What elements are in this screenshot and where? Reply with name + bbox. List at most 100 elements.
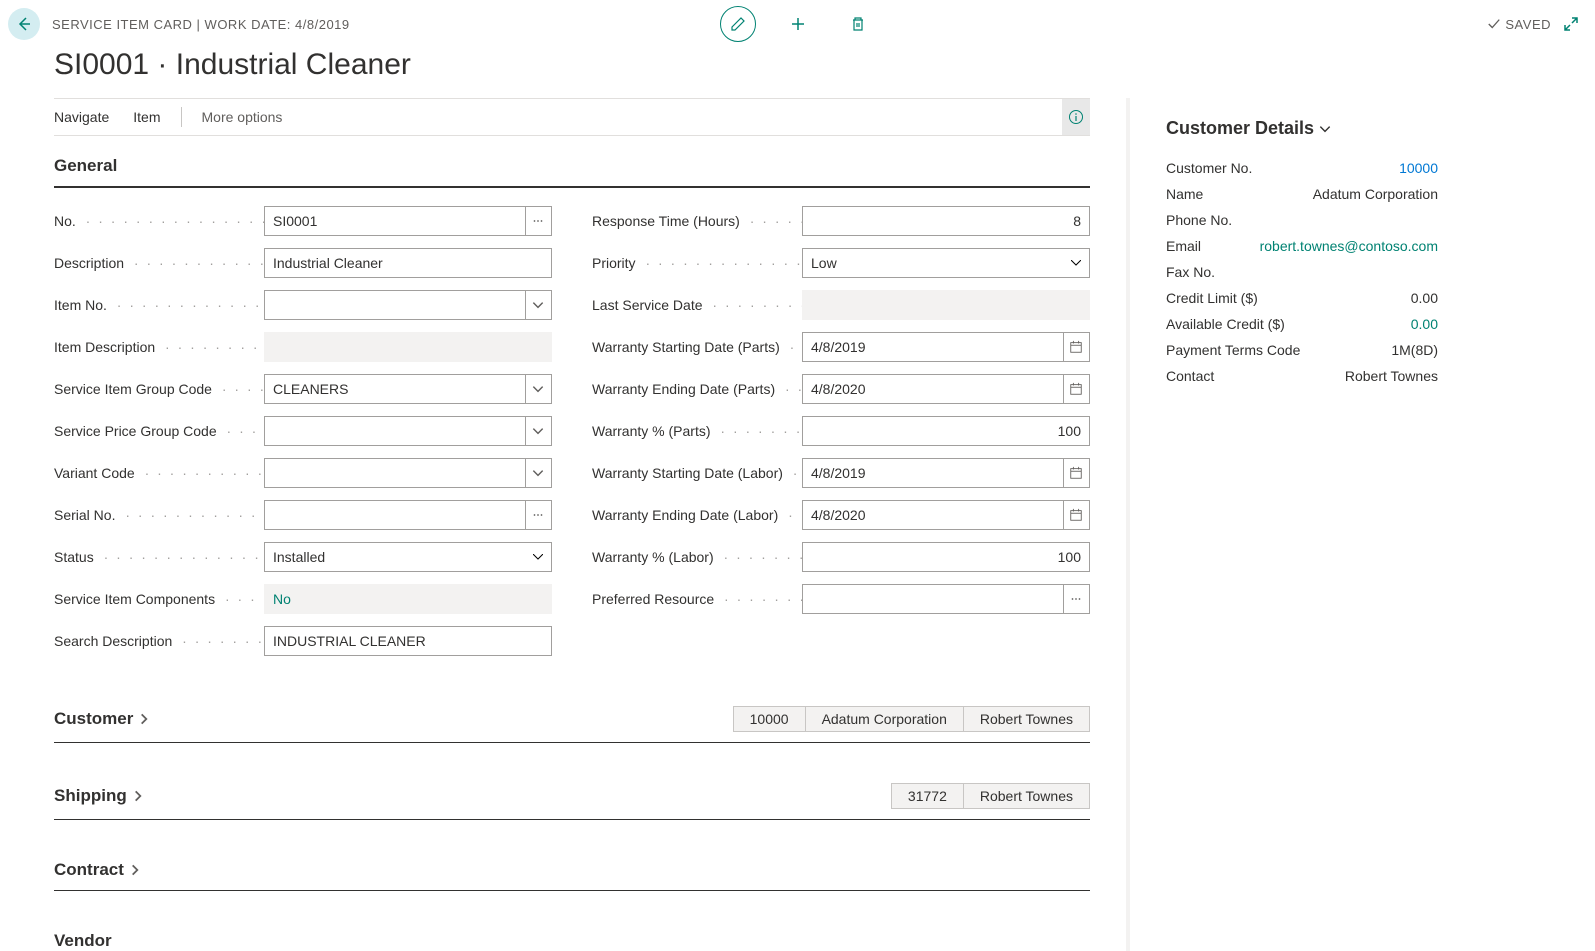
- label-last-service-date: Last Service Date: [592, 297, 802, 313]
- dropdown-variant-code[interactable]: [525, 458, 552, 488]
- shipping-summary-code: 31772: [891, 783, 963, 809]
- label-no: No.: [54, 213, 264, 229]
- detail-payment-terms-value: 1M(8D): [1391, 342, 1438, 358]
- input-variant-code[interactable]: [264, 458, 525, 488]
- input-no[interactable]: [264, 206, 525, 236]
- nav-more-options[interactable]: More options: [190, 99, 295, 135]
- detail-email-label: Email: [1166, 238, 1201, 254]
- label-search-description: Search Description: [54, 633, 264, 649]
- detail-credit-limit-label: Credit Limit ($): [1166, 290, 1258, 306]
- input-preferred-resource[interactable]: [802, 584, 1063, 614]
- chevron-down-icon: [531, 382, 545, 396]
- section-contract-header[interactable]: Contract: [54, 840, 1090, 891]
- saved-indicator: SAVED: [1487, 17, 1551, 32]
- page-title: SI0001 · Industrial Cleaner: [0, 48, 1595, 98]
- select-status[interactable]: Installed: [264, 542, 552, 572]
- lookup-no[interactable]: [525, 206, 552, 236]
- detail-name-label: Name: [1166, 186, 1203, 202]
- label-service-item-group: Service Item Group Code: [54, 381, 264, 397]
- info-panel-toggle[interactable]: [1062, 99, 1090, 135]
- label-item-no: Item No.: [54, 297, 264, 313]
- label-warranty-end-parts: Warranty Ending Date (Parts): [592, 381, 802, 397]
- label-warranty-start-labor: Warranty Starting Date (Labor): [592, 465, 802, 481]
- nav-navigate[interactable]: Navigate: [54, 99, 121, 135]
- section-customer-header[interactable]: Customer 10000 Adatum Corporation Robert…: [54, 686, 1090, 743]
- collapse-button[interactable]: [1563, 16, 1579, 32]
- breadcrumb: SERVICE ITEM CARD | WORK DATE: 4/8/2019: [52, 17, 350, 32]
- chevron-right-icon: [128, 863, 142, 877]
- datepicker-warranty-start-labor[interactable]: [1063, 458, 1090, 488]
- datepicker-warranty-end-labor[interactable]: [1063, 500, 1090, 530]
- back-button[interactable]: [8, 8, 40, 40]
- check-icon: [1487, 17, 1501, 31]
- detail-fax-label: Fax No.: [1166, 264, 1215, 280]
- ellipsis-icon: [1069, 592, 1083, 606]
- ellipsis-icon: [531, 214, 545, 228]
- info-icon: [1068, 109, 1084, 125]
- shipping-summary-contact: Robert Townes: [963, 783, 1090, 809]
- input-description[interactable]: [264, 248, 552, 278]
- side-panel-title[interactable]: Customer Details: [1166, 118, 1438, 155]
- input-response-time[interactable]: [802, 206, 1090, 236]
- label-serial-no: Serial No.: [54, 507, 264, 523]
- new-button[interactable]: [780, 6, 816, 42]
- detail-phone-label: Phone No.: [1166, 212, 1232, 228]
- label-warranty-start-parts: Warranty Starting Date (Parts): [592, 339, 802, 355]
- lookup-preferred-resource[interactable]: [1063, 584, 1090, 614]
- input-warranty-end-parts[interactable]: [802, 374, 1063, 404]
- input-warranty-start-parts[interactable]: [802, 332, 1063, 362]
- detail-email-value[interactable]: robert.townes@contoso.com: [1260, 238, 1438, 254]
- dropdown-item-no[interactable]: [525, 290, 552, 320]
- calendar-icon: [1069, 340, 1083, 354]
- delete-button[interactable]: [840, 6, 876, 42]
- detail-payment-terms-label: Payment Terms Code: [1166, 342, 1300, 358]
- input-warranty-end-labor[interactable]: [802, 500, 1063, 530]
- chevron-down-icon: [531, 466, 545, 480]
- input-serial-no[interactable]: [264, 500, 525, 530]
- pencil-icon: [730, 16, 746, 32]
- plus-icon: [790, 16, 806, 32]
- input-service-item-group[interactable]: [264, 374, 525, 404]
- detail-available-credit-label: Available Credit ($): [1166, 316, 1285, 332]
- dropdown-service-item-group[interactable]: [525, 374, 552, 404]
- input-search-description[interactable]: [264, 626, 552, 656]
- dropdown-service-price-group[interactable]: [525, 416, 552, 446]
- detail-customer-no-value[interactable]: 10000: [1399, 160, 1438, 176]
- calendar-icon: [1069, 508, 1083, 522]
- chevron-down-icon: [1318, 122, 1332, 136]
- customer-summary-name: Adatum Corporation: [805, 706, 963, 732]
- input-warranty-start-labor[interactable]: [802, 458, 1063, 488]
- ellipsis-icon: [531, 508, 545, 522]
- datepicker-warranty-start-parts[interactable]: [1063, 332, 1090, 362]
- section-vendor-header[interactable]: Vendor: [54, 911, 1090, 951]
- label-status: Status: [54, 549, 264, 565]
- label-warranty-pct-labor: Warranty % (Labor): [592, 549, 802, 565]
- edit-button[interactable]: [720, 6, 756, 42]
- link-components[interactable]: No: [264, 584, 552, 614]
- section-shipping-header[interactable]: Shipping 31772 Robert Townes: [54, 763, 1090, 820]
- detail-contact-label: Contact: [1166, 368, 1214, 384]
- section-general-header[interactable]: General: [54, 136, 1090, 188]
- arrow-left-icon: [16, 16, 32, 32]
- detail-name-value: Adatum Corporation: [1313, 186, 1438, 202]
- customer-summary-contact: Robert Townes: [963, 706, 1090, 732]
- datepicker-warranty-end-parts[interactable]: [1063, 374, 1090, 404]
- lookup-serial-no[interactable]: [525, 500, 552, 530]
- input-item-no[interactable]: [264, 290, 525, 320]
- label-components: Service Item Components: [54, 591, 264, 607]
- input-service-price-group[interactable]: [264, 416, 525, 446]
- chevron-down-icon: [531, 298, 545, 312]
- detail-available-credit-value[interactable]: 0.00: [1411, 316, 1438, 332]
- calendar-icon: [1069, 382, 1083, 396]
- chevron-right-icon: [131, 789, 145, 803]
- label-description: Description: [54, 255, 264, 271]
- input-warranty-pct-parts[interactable]: [802, 416, 1090, 446]
- nav-item[interactable]: Item: [121, 99, 172, 135]
- select-priority[interactable]: Low: [802, 248, 1090, 278]
- calendar-icon: [1069, 466, 1083, 480]
- input-warranty-pct-labor[interactable]: [802, 542, 1090, 572]
- chevron-right-icon: [137, 712, 151, 726]
- detail-customer-no-label: Customer No.: [1166, 160, 1252, 176]
- label-service-price-group: Service Price Group Code: [54, 423, 264, 439]
- label-variant-code: Variant Code: [54, 465, 264, 481]
